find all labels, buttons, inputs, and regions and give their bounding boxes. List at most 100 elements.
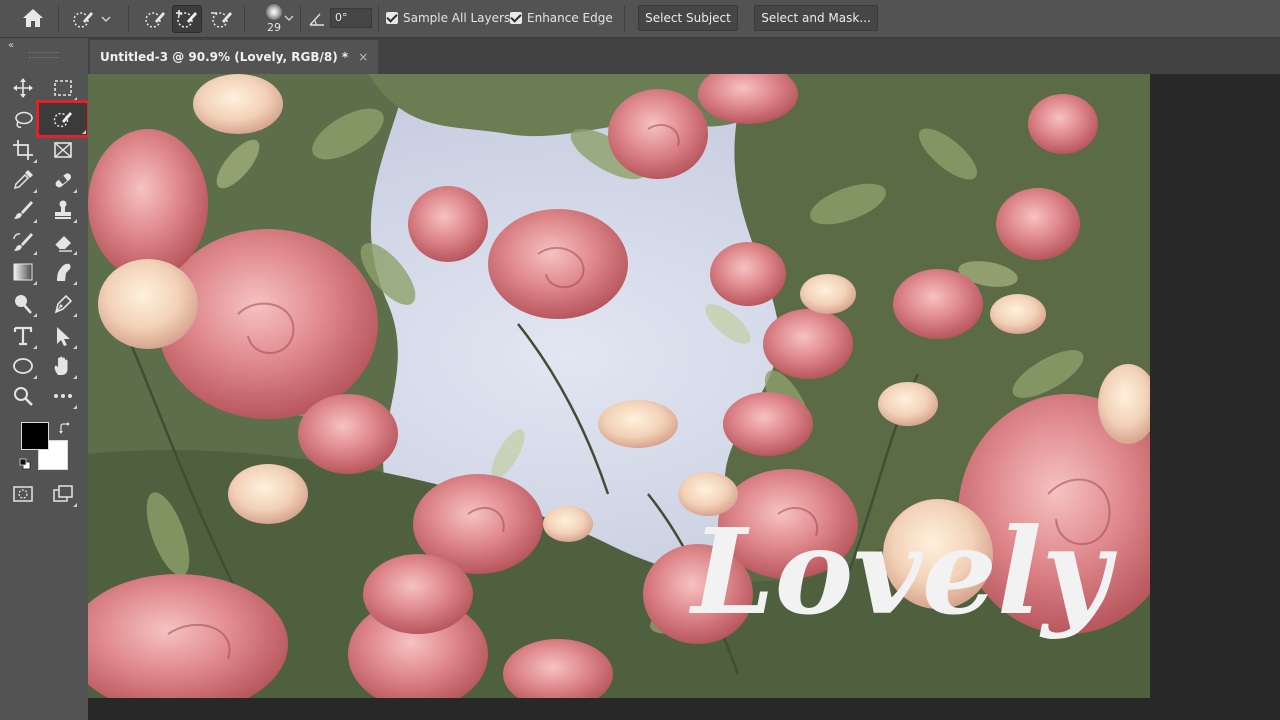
- tool-group-indicator: [73, 313, 77, 317]
- smudge-icon: [57, 263, 71, 281]
- more-tools-button[interactable]: [48, 382, 78, 410]
- healing-brush-tool[interactable]: [48, 166, 78, 194]
- pen-tool[interactable]: [48, 290, 78, 318]
- document-area: Untitled-3 @ 90.9% (Lovely, RGB/8) * × L…: [88, 38, 1280, 720]
- subtract-from-selection-button[interactable]: [207, 5, 237, 33]
- brush-tool[interactable]: [8, 196, 38, 224]
- gradient-icon: [13, 263, 33, 281]
- home-button[interactable]: [16, 4, 50, 32]
- tool-group-indicator: [33, 375, 37, 379]
- quick-selection-icon: [73, 12, 93, 28]
- tool-preset-picker[interactable]: [66, 5, 116, 33]
- default-colors-icon[interactable]: [19, 458, 31, 470]
- chevron-down-icon[interactable]: [284, 14, 294, 22]
- new-selection-icon: [145, 12, 165, 28]
- healing-brush-icon: [55, 173, 72, 188]
- move-icon: [13, 78, 33, 98]
- brush-size-value: 29: [267, 21, 281, 34]
- zoom-tool[interactable]: [8, 382, 38, 410]
- close-tab-icon[interactable]: ×: [358, 50, 368, 64]
- lasso-icon: [15, 111, 33, 128]
- brush-icon: [14, 201, 33, 219]
- dodge-icon: [15, 295, 32, 314]
- eyedropper-icon: [13, 170, 33, 190]
- separator: [378, 6, 379, 32]
- tool-group-indicator: [73, 503, 77, 507]
- collapse-panel-button[interactable]: «: [8, 40, 14, 51]
- path-selection-tool[interactable]: [48, 322, 78, 350]
- select-subject-button[interactable]: Select Subject: [638, 5, 738, 31]
- tool-group-indicator: [73, 219, 77, 223]
- more-tools-icon: [54, 394, 72, 398]
- enhance-edge-checkbox[interactable]: [510, 12, 522, 24]
- tool-group-indicator: [33, 313, 37, 317]
- hand-tool[interactable]: [48, 352, 78, 380]
- tool-group-indicator: [33, 159, 37, 163]
- tool-group-indicator: [73, 281, 77, 285]
- pen-icon: [54, 294, 73, 314]
- eraser-icon: [54, 236, 72, 252]
- frame-tool[interactable]: [48, 136, 78, 164]
- document-tab[interactable]: Untitled-3 @ 90.9% (Lovely, RGB/8) * ×: [90, 40, 379, 74]
- tool-group-indicator: [82, 130, 86, 134]
- clone-stamp-tool[interactable]: [48, 196, 78, 224]
- subtract-from-selection-icon: [211, 12, 232, 28]
- dodge-tool[interactable]: [8, 290, 38, 318]
- ellipse-tool[interactable]: [8, 352, 38, 380]
- lasso-tool[interactable]: [8, 106, 38, 134]
- eraser-tool[interactable]: [48, 228, 78, 256]
- new-selection-button[interactable]: [140, 5, 170, 33]
- clone-stamp-icon: [55, 200, 71, 219]
- swap-colors-icon[interactable]: [58, 422, 72, 436]
- separator: [300, 6, 301, 32]
- tool-group-indicator: [33, 281, 37, 285]
- lovely-text: Lovely: [689, 502, 1118, 641]
- enhance-edge-label: Enhance Edge: [527, 11, 613, 25]
- eyedropper-tool[interactable]: [8, 166, 38, 194]
- type-tool[interactable]: [8, 322, 38, 350]
- chevron-down-icon: [101, 16, 111, 22]
- tool-group-indicator: [73, 251, 77, 255]
- home-icon: [23, 9, 43, 27]
- document-tab-title: Untitled-3 @ 90.9% (Lovely, RGB/8) *: [100, 50, 349, 64]
- tool-group-indicator: [73, 189, 77, 193]
- add-to-selection-button[interactable]: [172, 5, 202, 33]
- sample-all-layers-checkbox[interactable]: [386, 12, 398, 24]
- sample-all-layers-label: Sample All Layers: [403, 11, 511, 25]
- lovely-text-layer[interactable]: Lovely: [671, 488, 1131, 678]
- screen-mode-button[interactable]: [48, 480, 78, 508]
- marquee-tool[interactable]: [48, 74, 78, 102]
- frame-icon: [54, 142, 72, 158]
- brush-tip-preview-icon: [266, 4, 282, 20]
- tools-panel: «: [0, 38, 90, 720]
- path-selection-icon: [57, 327, 70, 346]
- quick-mask-icon: [13, 486, 33, 502]
- tool-group-indicator: [33, 219, 37, 223]
- crop-tool[interactable]: [8, 136, 38, 164]
- separator: [624, 6, 625, 32]
- gradient-tool[interactable]: [8, 258, 38, 286]
- panel-grip[interactable]: [29, 52, 59, 58]
- marquee-icon: [54, 80, 72, 96]
- separator: [128, 6, 129, 32]
- add-to-selection-icon: [176, 10, 197, 28]
- move-tool[interactable]: [8, 74, 38, 102]
- angle-input[interactable]: 0°: [330, 8, 372, 28]
- quick-mask-button[interactable]: [8, 480, 38, 508]
- tool-group-indicator: [33, 251, 37, 255]
- foreground-color-swatch[interactable]: [21, 422, 49, 450]
- history-brush-tool[interactable]: [8, 228, 38, 256]
- type-icon: [13, 326, 33, 346]
- document-tab-bar: Untitled-3 @ 90.9% (Lovely, RGB/8) * ×: [88, 38, 1280, 74]
- separator: [244, 6, 245, 32]
- options-bar: 29 0° Sample All Layers Enhance Edge Sel…: [0, 0, 1280, 38]
- tool-group-indicator: [73, 345, 77, 349]
- ellipse-icon: [13, 358, 33, 374]
- select-and-mask-button[interactable]: Select and Mask...: [754, 5, 878, 31]
- canvas[interactable]: Lovely: [88, 74, 1150, 698]
- quick-selection-tool[interactable]: [36, 100, 90, 138]
- crop-icon: [13, 140, 33, 160]
- smudge-tool[interactable]: [48, 258, 78, 286]
- screen-mode-icon: [53, 485, 73, 502]
- hand-icon: [54, 356, 68, 375]
